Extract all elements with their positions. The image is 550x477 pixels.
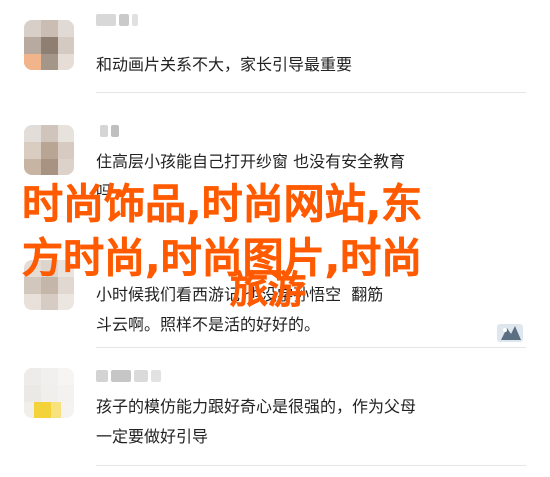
avatar[interactable] xyxy=(24,125,74,175)
comment-item: 孩子的模仿能力跟好奇心是很强的，作为父母 一定要做好引导 xyxy=(0,350,550,477)
username-redacted xyxy=(96,370,161,382)
avatar-image xyxy=(24,125,74,175)
divider xyxy=(96,92,526,93)
avatar[interactable] xyxy=(24,368,74,418)
divider xyxy=(96,465,526,466)
username-redacted xyxy=(100,125,119,137)
divider xyxy=(96,347,526,348)
watermark-line-3: 旅游 xyxy=(230,268,307,313)
avatar-image xyxy=(24,368,74,418)
username-redacted xyxy=(96,14,138,26)
avatar-image xyxy=(24,20,74,70)
sticker-icon xyxy=(497,324,523,342)
avatar[interactable] xyxy=(24,20,74,70)
watermark-line-1: 时尚饰品,时尚网站,东 xyxy=(22,180,423,229)
comment-text: 孩子的模仿能力跟好奇心是很强的，作为父母 一定要做好引导 xyxy=(96,397,417,446)
comment-text: 和动画片关系不大，家长引导最重要 xyxy=(96,55,353,74)
watermark-overlay: 时尚饰品,时尚网站,东 方时尚,时尚图片,时尚 旅游 xyxy=(22,177,542,313)
comment-text: 小时候我们看西游记 也没学孙悟空 翻筋 斗云啊。照样不是活的好好的。 xyxy=(96,285,384,334)
comment-item: 和动画片关系不大，家长引导最重要 xyxy=(0,0,550,95)
